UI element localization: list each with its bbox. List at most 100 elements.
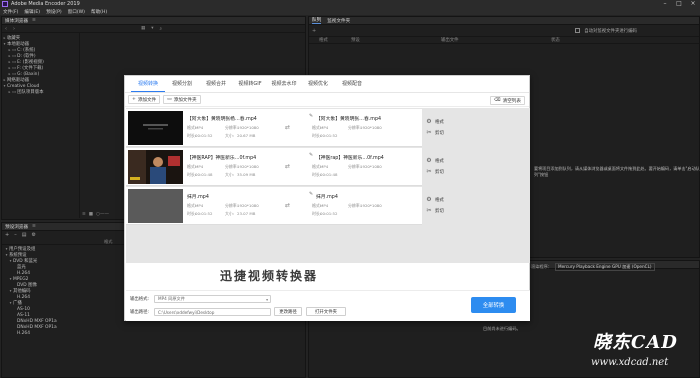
preset-item-label: H.264 xyxy=(17,294,31,300)
clip-button[interactable]: ✂ 剪切 xyxy=(426,168,466,175)
window-controls: – □ × xyxy=(658,0,700,8)
format-settings-button[interactable]: ⚙ 格式 xyxy=(426,196,466,203)
watermark-logo: 晓东CAD xyxy=(593,332,678,353)
tab-video-split[interactable]: 视频分割 xyxy=(165,76,199,92)
source-duration-value: 00:01:52 xyxy=(195,133,213,138)
tab-queue[interactable]: 队列 xyxy=(312,17,322,24)
tree-item-team-projects[interactable]: ▸ ▭ 团队项目版本 xyxy=(2,89,79,96)
video-thumbnail[interactable] xyxy=(128,150,183,184)
group-icon[interactable]: ▤ xyxy=(22,232,27,238)
settings-icon[interactable]: ⚙ xyxy=(31,232,35,238)
encoding-idle-text: 目前尚未进行编码。 xyxy=(483,326,521,331)
media-browser-title[interactable]: 媒体浏览器 xyxy=(5,18,28,24)
queue-tabs: 队列 监视文件夹 xyxy=(309,17,699,25)
auto-encode-checkbox[interactable] xyxy=(575,28,581,33)
preset-item[interactable]: H.264 xyxy=(2,330,305,336)
video-converter-dialog: 视频转换 视频分割 视频合并 视频转GIF 视频去水印 视频优化 视频配音 + … xyxy=(124,75,530,321)
add-preset-icon[interactable]: + xyxy=(5,232,9,238)
queue-toolbar: + 自动对监视文件夹进行编码 xyxy=(309,25,699,37)
view-icon[interactable]: ▦ xyxy=(141,26,145,31)
preset-item-label: DNxHD MXF OP1a xyxy=(17,324,57,330)
video-thumbnail[interactable] xyxy=(128,189,183,223)
output-file-name: 【神医rap】神医新乐…0f.mp4 xyxy=(316,156,384,161)
source-duration-value: 00:01:48 xyxy=(195,172,213,177)
source-size-value: 20.67 MB xyxy=(237,133,256,138)
output-format-select[interactable]: MP4 同原文件 ▾ xyxy=(154,295,271,303)
panel-menu-icon[interactable]: ≡ xyxy=(32,224,36,229)
edit-name-icon[interactable]: ✎ xyxy=(309,114,313,119)
file-row[interactable]: 【阿大象】黄晓明张杨…春.mp4 格式: MP4 分辨率: 1920*1080 时长: 00… xyxy=(126,109,422,147)
clear-list-button[interactable]: ⌫ 清空列表 xyxy=(490,96,525,105)
output-format-value: MP4 xyxy=(320,125,329,130)
file-row[interactable]: 【神医RAP】神医新乐…0f.mp4 格式: MP4 分辨率: 1920*1080 时长:… xyxy=(126,148,422,186)
renderer-select[interactable]: Mercury Playback Engine GPU 加速 (OpenCL) xyxy=(554,263,655,271)
source-size-label: 大小: xyxy=(225,211,235,216)
panel-menu-icon[interactable]: ≡ xyxy=(32,18,36,23)
queue-col-headers: 格式 预设 输出文件 状态 xyxy=(309,37,699,44)
source-file-name: 【阿大象】黄晓明张杨…春.mp4 xyxy=(187,117,257,122)
media-browser-toolbar: ‹ › ▦ ▾ ⌕ xyxy=(2,25,305,33)
search-icon[interactable]: ⌕ xyxy=(160,26,163,32)
open-folder-button[interactable]: 打开文件夹 xyxy=(306,307,346,316)
gear-icon: ⚙ xyxy=(426,157,432,164)
col-format[interactable]: 格式 xyxy=(319,37,351,43)
col-preset[interactable]: 预设 xyxy=(351,37,441,43)
edit-name-icon[interactable]: ✎ xyxy=(309,192,313,197)
source-size-value: 35.09 MB xyxy=(237,172,256,177)
tab-watch-folders[interactable]: 监视文件夹 xyxy=(327,18,350,24)
zoom-slider-icon[interactable]: ○—— xyxy=(96,212,109,217)
tab-video-dub[interactable]: 视频配音 xyxy=(335,76,369,92)
preset-browser-title[interactable]: 预设浏览器 xyxy=(5,224,28,230)
menu-window[interactable]: 窗口(W) xyxy=(68,9,85,15)
change-path-button[interactable]: 更改路径 xyxy=(274,307,302,316)
format-settings-button[interactable]: ⚙ 格式 xyxy=(426,157,466,164)
convert-all-button[interactable]: 全部转换 xyxy=(471,297,516,313)
menu-edit[interactable]: 编辑(E) xyxy=(24,9,40,15)
format-settings-button[interactable]: ⚙ 格式 xyxy=(426,118,466,125)
output-path-label: 输出路径: xyxy=(130,310,150,315)
close-icon[interactable]: × xyxy=(686,0,700,8)
forward-icon[interactable]: › xyxy=(13,26,15,32)
edit-name-icon[interactable]: ✎ xyxy=(309,153,313,158)
tab-video-to-gif[interactable]: 视频转GIF xyxy=(233,76,267,92)
tab-video-convert[interactable]: 视频转换 xyxy=(131,76,165,92)
menu-file[interactable]: 文件(F) xyxy=(3,9,18,15)
maximize-icon[interactable]: □ xyxy=(672,0,686,8)
back-icon[interactable]: ‹ xyxy=(5,26,7,32)
remove-preset-icon[interactable]: – xyxy=(14,232,17,238)
menu-preset[interactable]: 预设(P) xyxy=(46,9,62,15)
minimize-icon[interactable]: – xyxy=(658,0,672,8)
col-output[interactable]: 输出文件 xyxy=(441,37,551,43)
col-status[interactable]: 状态 xyxy=(551,37,560,43)
media-browser-footer: ≡ ■ ○—— xyxy=(82,212,109,217)
output-file-name: 【阿大象】黄晓明张…春.mp4 xyxy=(316,117,382,122)
tab-remove-watermark[interactable]: 视频去水印 xyxy=(267,76,301,92)
renderer-label: 渲染程序： xyxy=(531,264,552,269)
file-row[interactable]: 抹月.mp4 格式: MP4 分辨率: 1920*1080 时长: 00:01:52 大小: 2… xyxy=(126,187,422,225)
source-format-value: MP4 xyxy=(195,164,204,169)
menu-bar: 文件(F) 编辑(E) 预设(P) 窗口(W) 帮助(H) xyxy=(0,8,700,15)
output-path-field[interactable]: C:\Users\xddefwyi\Desktop xyxy=(154,308,271,316)
drive-icon: ▭ xyxy=(12,65,17,71)
tab-video-merge[interactable]: 视频合并 xyxy=(199,76,233,92)
clip-button[interactable]: ✂ 剪切 xyxy=(426,207,466,214)
format-col-header[interactable]: 格式 xyxy=(104,239,112,245)
list-view-icon[interactable]: ≡ xyxy=(82,212,86,217)
scissors-icon: ✂ xyxy=(426,129,432,136)
output-format-value: MP4 xyxy=(320,203,329,208)
tab-video-optimize[interactable]: 视频优化 xyxy=(301,76,335,92)
queue-hint: 要将项目添加到队列，请从媒体浏览器或桌面将文件拖到此处。要开始编码，请单击"启动… xyxy=(534,166,700,177)
source-format-value: MP4 xyxy=(195,203,204,208)
filter-icon[interactable]: ▾ xyxy=(151,26,153,31)
add-source-icon[interactable]: + xyxy=(312,28,316,34)
preset-item-label: AS-10 xyxy=(17,306,30,312)
output-duration-value: 00:01:52 xyxy=(320,211,338,216)
output-resolution-value: 1920*1080 xyxy=(360,125,382,130)
menu-help[interactable]: 帮助(H) xyxy=(91,9,107,15)
add-file-button[interactable]: + 添加文件 xyxy=(128,95,161,104)
thumbnail-view-icon[interactable]: ■ xyxy=(89,212,93,217)
add-folder-button[interactable]: ▭ 添加文件夹 xyxy=(163,95,201,104)
clip-button[interactable]: ✂ 剪切 xyxy=(426,129,466,136)
video-thumbnail[interactable] xyxy=(128,111,183,145)
media-browser-header: 媒体浏览器 ≡ xyxy=(2,17,305,25)
